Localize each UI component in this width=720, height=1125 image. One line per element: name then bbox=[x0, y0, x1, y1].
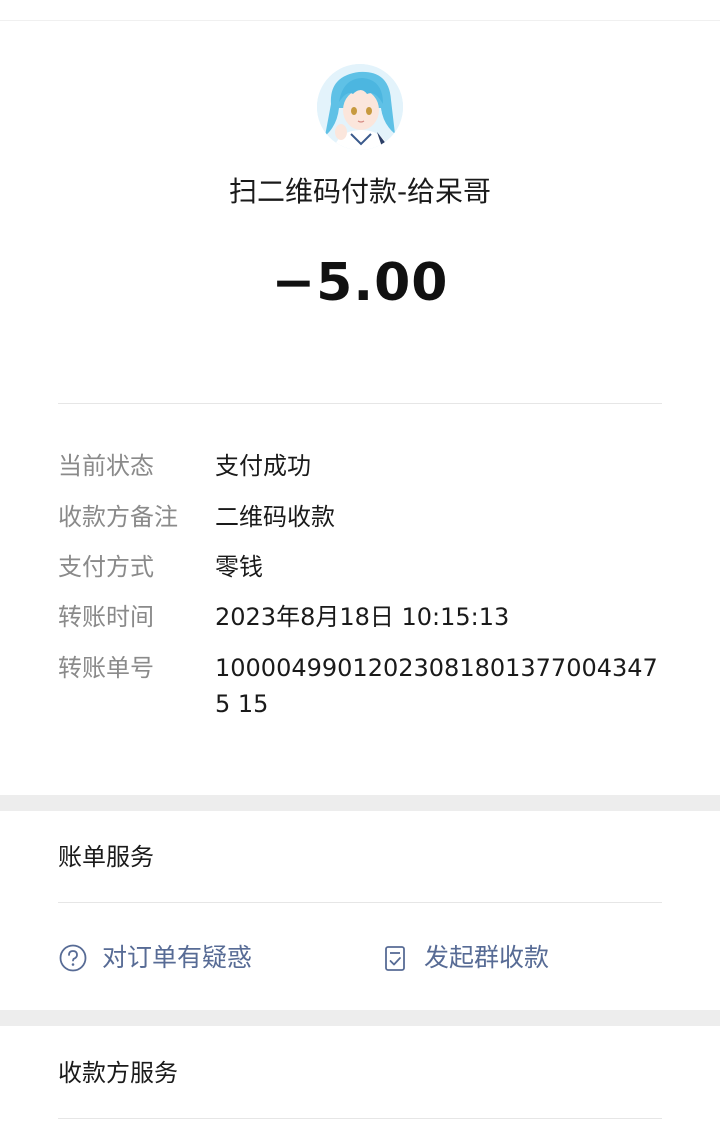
bill-detail-page: 扫二维码付款-给呆哥 −5.00 当前状态 支付成功 收款方备注 二维码收款 支… bbox=[0, 0, 720, 1125]
detail-value: 支付成功 bbox=[215, 452, 311, 480]
detail-value: 二维码收款 bbox=[215, 503, 335, 531]
detail-label: 支付方式 bbox=[58, 553, 154, 581]
section-divider bbox=[58, 403, 662, 404]
detail-value[interactable]: 100004990120230818013770043475 15 bbox=[215, 650, 660, 722]
detail-label: 转账单号 bbox=[58, 654, 154, 682]
payment-amount: −5.00 bbox=[271, 253, 449, 313]
bill-service-divider bbox=[58, 902, 662, 903]
detail-label: 转账时间 bbox=[58, 603, 154, 631]
order-question-label: 对订单有疑惑 bbox=[102, 943, 253, 972]
detail-value: 2023年8月18日 10:15:13 bbox=[215, 603, 510, 631]
payee-avatar[interactable] bbox=[317, 64, 403, 150]
payment-title: 扫二维码付款-给呆哥 bbox=[228, 175, 492, 208]
detail-label: 当前状态 bbox=[58, 452, 154, 480]
group-collect-link[interactable]: 发起群收款 bbox=[380, 938, 549, 978]
detail-label: 收款方备注 bbox=[58, 503, 178, 531]
section-gap bbox=[0, 795, 720, 811]
section-gap bbox=[0, 1010, 720, 1026]
group-collect-label: 发起群收款 bbox=[424, 943, 550, 972]
bill-service-title: 账单服务 bbox=[58, 843, 154, 871]
payee-service-title: 收款方服务 bbox=[58, 1059, 178, 1087]
anime-character-avatar-icon bbox=[317, 64, 403, 150]
question-circle-icon bbox=[58, 943, 88, 973]
document-check-icon bbox=[380, 943, 410, 973]
detail-value: 零钱 bbox=[215, 553, 263, 581]
top-divider bbox=[0, 20, 720, 21]
payee-service-divider bbox=[58, 1118, 662, 1119]
order-question-link[interactable]: 对订单有疑惑 bbox=[58, 938, 252, 978]
